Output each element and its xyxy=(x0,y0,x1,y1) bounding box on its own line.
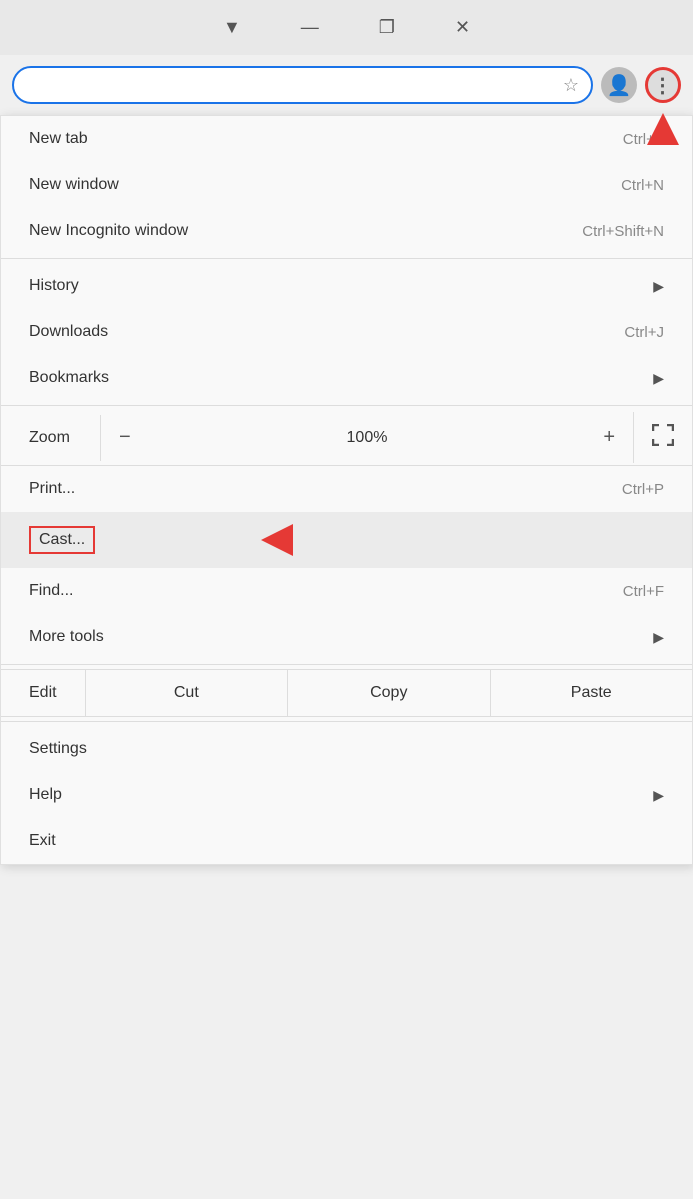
help-label: Help xyxy=(29,786,62,804)
history-item[interactable]: History ▶ xyxy=(1,263,692,309)
zoom-decrease-button[interactable]: − xyxy=(101,412,149,463)
profile-button[interactable]: 👤 xyxy=(601,67,637,103)
print-label: Print... xyxy=(29,480,75,498)
cast-label: Cast... xyxy=(29,526,95,554)
new-incognito-label: New Incognito window xyxy=(29,222,188,240)
exit-item[interactable]: Exit xyxy=(1,818,692,864)
settings-item[interactable]: Settings xyxy=(1,726,692,772)
zoom-increase-button[interactable]: + xyxy=(585,412,633,463)
help-arrow-icon: ▶ xyxy=(653,787,664,804)
edit-label: Edit xyxy=(1,670,86,716)
close-button[interactable]: ✕ xyxy=(455,17,470,38)
bookmarks-item[interactable]: Bookmarks ▶ xyxy=(1,355,692,401)
zoom-row: Zoom − 100% + xyxy=(1,410,692,466)
restore-button[interactable]: ❐ xyxy=(379,17,395,38)
new-incognito-shortcut: Ctrl+Shift+N xyxy=(582,223,664,240)
find-label: Find... xyxy=(29,582,73,600)
new-window-item[interactable]: New window Ctrl+N xyxy=(1,162,692,208)
menu-button-wrapper: ⋮ xyxy=(645,67,681,103)
new-window-shortcut: Ctrl+N xyxy=(621,177,664,194)
downloads-item[interactable]: Downloads Ctrl+J xyxy=(1,309,692,355)
history-arrow-icon: ▶ xyxy=(653,278,664,295)
fullscreen-icon xyxy=(652,430,674,450)
fullscreen-button[interactable] xyxy=(634,410,692,465)
minimize-button[interactable]: — xyxy=(301,17,319,38)
exit-label: Exit xyxy=(29,832,56,850)
menu-group-2: History ▶ Downloads Ctrl+J Bookmarks ▶ xyxy=(1,263,692,401)
address-bar[interactable]: ☆ xyxy=(12,66,593,104)
new-incognito-item[interactable]: New Incognito window Ctrl+Shift+N xyxy=(1,208,692,254)
bookmark-icon[interactable]: ☆ xyxy=(563,75,579,96)
zoom-value: 100% xyxy=(149,415,586,461)
cut-button[interactable]: Cut xyxy=(86,670,288,716)
edit-row: Edit Cut Copy Paste xyxy=(1,669,692,717)
more-tools-arrow-icon: ▶ xyxy=(653,629,664,646)
settings-label: Settings xyxy=(29,740,87,758)
copy-button[interactable]: Copy xyxy=(288,670,490,716)
downloads-shortcut: Ctrl+J xyxy=(624,324,664,341)
new-tab-item[interactable]: New tab Ctrl+T xyxy=(1,116,692,162)
print-shortcut: Ctrl+P xyxy=(622,481,664,498)
find-shortcut: Ctrl+F xyxy=(623,583,664,600)
title-bar: ▼ — ❐ ✕ xyxy=(0,0,693,55)
address-bar-row: ☆ 👤 ⋮ xyxy=(0,55,693,115)
find-item[interactable]: Find... Ctrl+F xyxy=(1,568,692,614)
menu-group-4: Settings Help ▶ Exit xyxy=(1,726,692,864)
bookmarks-arrow-icon: ▶ xyxy=(653,370,664,387)
divider-2 xyxy=(1,405,692,406)
divider-3 xyxy=(1,664,692,665)
menu-group-3: Print... Ctrl+P Cast... Find... Ctrl+F M… xyxy=(1,466,692,660)
new-tab-label: New tab xyxy=(29,130,88,148)
more-tools-label: More tools xyxy=(29,628,104,646)
more-options-button[interactable]: ⋮ xyxy=(645,67,681,103)
menu-group-1: New tab Ctrl+T New window Ctrl+N New Inc… xyxy=(1,116,692,254)
downloads-label: Downloads xyxy=(29,323,108,341)
paste-button[interactable]: Paste xyxy=(491,670,692,716)
dropdown-menu: New tab Ctrl+T New window Ctrl+N New Inc… xyxy=(0,115,693,865)
bookmarks-label: Bookmarks xyxy=(29,369,109,387)
profile-icon: 👤 xyxy=(607,73,632,98)
history-label: History xyxy=(29,277,79,295)
new-window-label: New window xyxy=(29,176,119,194)
more-options-icon: ⋮ xyxy=(653,73,674,98)
zoom-label: Zoom xyxy=(1,415,101,461)
dropdown-button[interactable]: ▼ xyxy=(223,17,241,38)
divider-1 xyxy=(1,258,692,259)
print-item[interactable]: Print... Ctrl+P xyxy=(1,466,692,512)
divider-4 xyxy=(1,721,692,722)
more-tools-item[interactable]: More tools ▶ xyxy=(1,614,692,660)
zoom-controls: − 100% + xyxy=(101,412,634,463)
help-item[interactable]: Help ▶ xyxy=(1,772,692,818)
cast-item[interactable]: Cast... xyxy=(1,512,692,568)
